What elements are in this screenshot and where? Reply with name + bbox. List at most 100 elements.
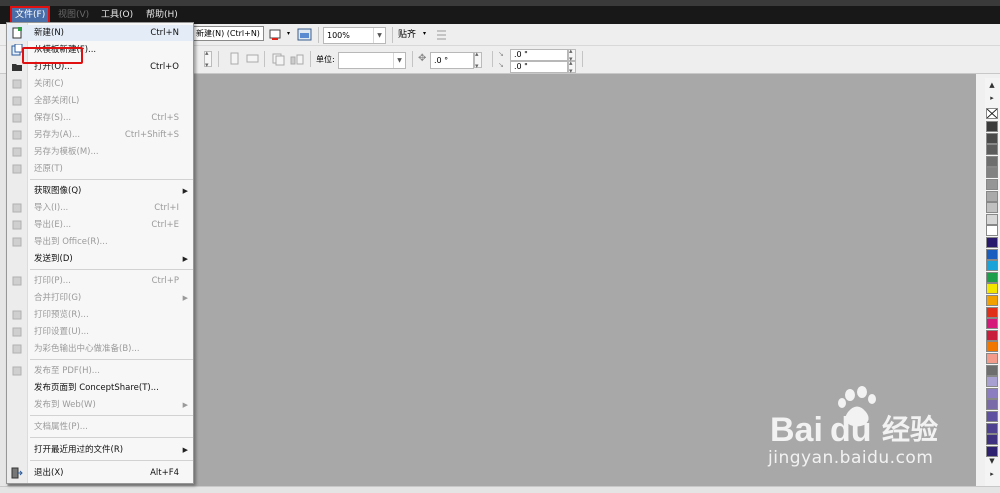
file-menu-item: 文档属性(P)... — [8, 419, 193, 435]
file-menu-item: 导入(I)... Ctrl+I — [8, 200, 193, 216]
color-swatch[interactable] — [986, 364, 998, 376]
toolbar-divider — [218, 51, 219, 67]
menu-item-label: 导出到 Office(R)... — [34, 237, 108, 247]
file-menu-item[interactable]: 退出(X) Alt+F4 — [8, 465, 193, 481]
options-icon[interactable] — [433, 27, 451, 43]
color-swatch[interactable] — [986, 387, 998, 399]
color-swatch[interactable] — [986, 434, 998, 446]
color-swatch[interactable] — [986, 144, 998, 156]
menu-item-label: 退出(X) — [34, 468, 64, 478]
landscape-icon[interactable] — [244, 51, 262, 67]
print-preview-icon — [11, 309, 23, 321]
app-launcher-icon[interactable] — [268, 27, 286, 43]
duplicate-y-spinner[interactable] — [568, 59, 576, 75]
file-menu-item: 全部关闭(L) — [8, 93, 193, 109]
file-menu-item[interactable]: 发送到(D) ▶ — [8, 251, 193, 267]
menu-item-label: 打印预览(R)... — [34, 310, 89, 320]
file-menu-item: 为彩色输出中心做准备(B)... — [8, 341, 193, 357]
file-menu-item: 导出(E)... Ctrl+E — [8, 217, 193, 233]
submenu-arrow-icon: ▶ — [182, 187, 188, 195]
color-swatch[interactable] — [986, 329, 998, 341]
color-swatch[interactable] — [986, 260, 998, 272]
chevron-down-icon: ▼ — [393, 53, 405, 68]
menu-item-shortcut: Ctrl+P — [151, 276, 179, 286]
menu-file[interactable]: 文件(F) — [9, 6, 51, 24]
color-swatch[interactable] — [986, 341, 998, 353]
menu-view[interactable]: 视图(V) — [55, 8, 92, 22]
no-color-swatch[interactable] — [986, 108, 998, 119]
color-swatch[interactable] — [986, 353, 998, 364]
color-swatch[interactable] — [986, 283, 998, 295]
menu-item-label: 发送到(D) — [34, 254, 73, 264]
new-tooltip: 新建(N) (Ctrl+N) — [192, 26, 264, 41]
snap-label[interactable]: 贴齐 — [398, 29, 416, 41]
portrait-icon[interactable] — [226, 51, 244, 67]
color-swatch[interactable] — [986, 318, 998, 330]
menu-item-shortcut: Ctrl+S — [151, 113, 179, 123]
file-menu-item: 还原(T) — [8, 161, 193, 177]
watermark-url: jingyan.baidu.com — [768, 448, 934, 468]
color-swatch[interactable] — [986, 167, 998, 179]
chevron-up-icon[interactable]: ▲ — [986, 80, 998, 91]
zoom-level-select[interactable]: 100% ▼ — [323, 27, 386, 44]
file-menu-item[interactable]: 打开最近用过的文件(R) ▶ — [8, 442, 193, 458]
duplicate-y-value: .0 " — [514, 62, 528, 71]
color-swatch[interactable] — [986, 399, 998, 411]
welcome-screen-icon[interactable] — [296, 27, 314, 43]
export-office-icon — [11, 236, 23, 248]
menu-item-label: 打印(P)... — [34, 276, 71, 286]
color-swatch[interactable] — [986, 271, 998, 283]
menu-tools[interactable]: 工具(O) — [98, 8, 136, 22]
color-swatch[interactable] — [986, 121, 998, 132]
color-swatch[interactable] — [986, 376, 998, 388]
current-page-icon[interactable] — [288, 51, 306, 67]
color-swatch[interactable] — [986, 248, 998, 260]
palette-menu-icon[interactable]: ▸ — [986, 93, 998, 104]
color-swatch[interactable] — [986, 225, 998, 237]
color-swatch[interactable] — [986, 295, 998, 306]
menu-item-shortcut: Alt+F4 — [150, 468, 179, 478]
export-icon — [11, 219, 23, 231]
color-swatch[interactable] — [986, 237, 998, 248]
duplicate-x-icon: ↘ — [498, 50, 504, 58]
toolbar-divider — [264, 51, 265, 67]
menu-item-label: 发布到 Web(W) — [34, 400, 96, 410]
color-swatch[interactable] — [986, 132, 998, 144]
menu-item-label: 新建(N) — [34, 28, 64, 38]
page-size-spinner[interactable] — [204, 49, 212, 69]
file-menu-item[interactable]: 新建(N) Ctrl+N — [8, 25, 193, 41]
chevron-down-icon[interactable]: ▾ — [423, 30, 426, 37]
color-swatch[interactable] — [986, 306, 998, 318]
color-swatch[interactable] — [986, 155, 998, 167]
menu-help[interactable]: 帮助(H) — [143, 8, 181, 22]
toolbar-divider — [392, 27, 393, 43]
color-swatch[interactable] — [986, 411, 998, 422]
color-swatch[interactable] — [986, 179, 998, 190]
color-swatch[interactable] — [986, 190, 998, 202]
chevron-down-icon[interactable]: ▼ — [986, 456, 998, 467]
file-menu-item[interactable]: 获取图像(Q) ▶ — [8, 183, 193, 199]
file-menu-item: 打印预览(R)... — [8, 307, 193, 323]
menu-item-shortcut: Ctrl+N — [150, 28, 179, 38]
file-menu-item: 发布至 PDF(H)... — [8, 363, 193, 379]
nudge-spinner[interactable] — [474, 50, 482, 70]
duplicate-x-input[interactable]: .0 " — [510, 49, 568, 61]
file-menu-item[interactable]: 发布页面到 ConceptShare(T)... — [8, 380, 193, 396]
units-select[interactable]: ▼ — [338, 52, 406, 69]
file-menu-item: 另存为模板(M)... — [8, 144, 193, 160]
palette-expand-icon[interactable]: ▸ — [986, 469, 998, 480]
menu-item-shortcut: Ctrl+O — [150, 62, 179, 72]
publish-pdf-icon — [11, 365, 23, 377]
submenu-arrow-icon: ▶ — [182, 446, 188, 454]
nudge-distance-input[interactable]: .0 ° — [430, 52, 474, 69]
duplicate-y-icon: ↘ — [498, 61, 504, 69]
color-swatch[interactable] — [986, 213, 998, 225]
menu-item-label: 文档属性(P)... — [34, 422, 88, 432]
chevron-down-icon[interactable]: ▾ — [287, 30, 290, 37]
duplicate-y-input[interactable]: .0 " — [510, 61, 568, 73]
menu-item-label: 另存为(A)... — [34, 130, 81, 140]
all-pages-icon[interactable] — [270, 51, 288, 67]
color-swatch[interactable] — [986, 422, 998, 434]
color-swatch[interactable] — [986, 202, 998, 214]
save-template-icon — [11, 146, 23, 158]
